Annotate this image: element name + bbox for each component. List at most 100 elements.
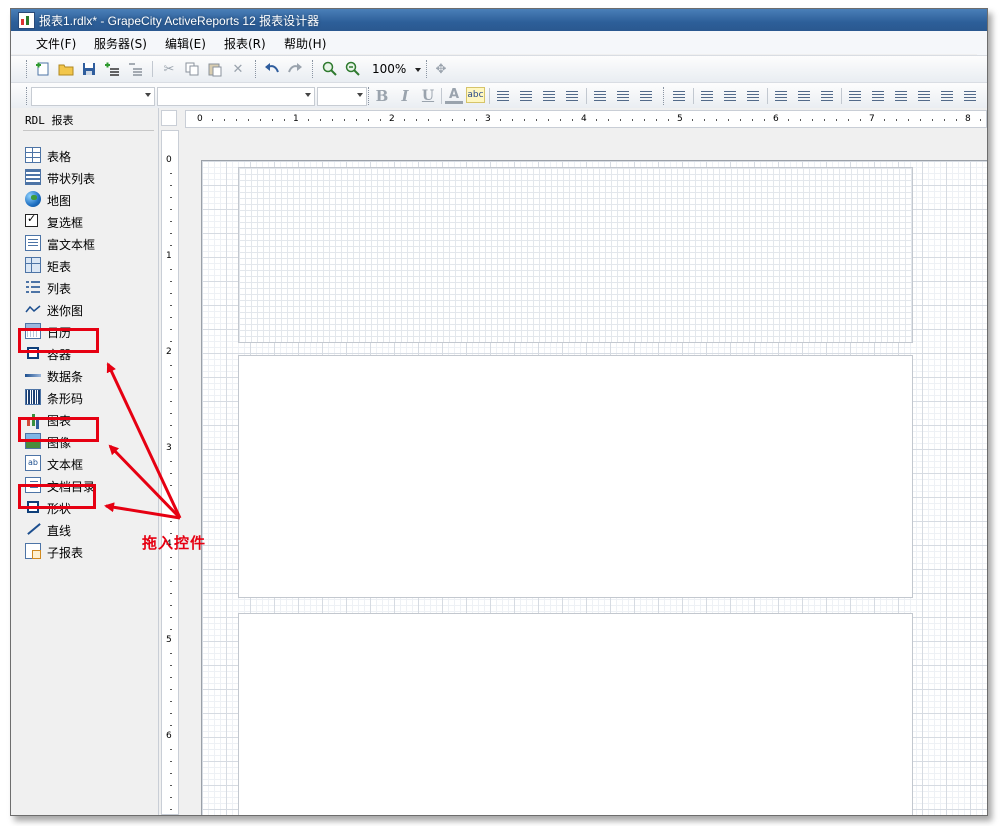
toolbox-item-checkbox[interactable]: 复选框 [25,211,153,231]
ruler-tick [170,401,172,402]
same-height-icon[interactable] [869,87,887,105]
paste-icon[interactable] [206,60,224,78]
underline-button[interactable]: U [419,87,437,105]
zoom-out-icon[interactable] [343,60,361,78]
align-bottoms-icon[interactable] [818,87,836,105]
copy-icon[interactable] [183,60,201,78]
toolbar-grip[interactable] [426,60,430,78]
ruler-tick [170,785,172,786]
ruler-tick [824,119,825,121]
title-bar[interactable]: 报表1.rdlx* - GrapeCity ActiveReports 12 报… [11,9,987,31]
align-center-icon[interactable] [517,87,535,105]
zoom-level-value[interactable]: 100% [372,62,406,76]
menu-help[interactable]: 帮助(H) [281,35,329,52]
format-toolbar: B I U A abc [11,82,987,110]
font-color-button[interactable]: A [445,87,463,104]
toolbar-grip[interactable] [26,87,30,105]
ruler-tick [170,593,172,594]
toolbox-item-banded-list[interactable]: 带状列表 [25,167,153,187]
outdent-icon[interactable] [637,87,655,105]
page-footer-section[interactable] [238,613,913,815]
toolbox-item-matrix[interactable]: 矩表 [25,255,153,275]
font-size-select[interactable] [317,87,367,106]
toolbar-separator [586,88,587,104]
toolbar-grip[interactable] [26,60,30,78]
spell-check-button[interactable]: abc [466,87,485,103]
add-item-icon[interactable] [103,60,121,78]
ruler-number: 6 [773,114,779,124]
ruler-tick [572,119,573,121]
chevron-down-icon [145,93,151,97]
ruler-tick [512,119,513,121]
redo-icon[interactable] [286,60,304,78]
toolbox-item-list[interactable]: 列表 [25,277,153,297]
align-middles-icon[interactable] [795,87,813,105]
ruler-number: 8 [965,114,971,124]
menu-server[interactable]: 服务器(S) [91,35,150,52]
justify-icon[interactable] [563,87,581,105]
toolbox-item-label: 复选框 [47,216,84,230]
ruler-tick [170,365,172,366]
toolbar-grip[interactable] [663,87,667,105]
align-tops-icon[interactable] [772,87,790,105]
menu-report[interactable]: 报表(R) [221,35,269,52]
ruler-tick [560,119,561,121]
toolbar-grip[interactable] [368,87,372,105]
toolbox-item-sparkline[interactable]: 迷你图 [25,299,153,319]
page-header-section[interactable] [238,167,913,343]
toolbox-item-line[interactable]: 直线 [25,519,153,539]
toolbox-item-subreport[interactable]: 子报表 [25,541,153,561]
zoom-in-icon[interactable] [320,60,338,78]
undo-icon[interactable] [263,60,281,78]
grid-size-icon[interactable] [961,87,979,105]
move-icon[interactable]: ✥ [432,60,450,78]
chevron-down-icon[interactable] [415,68,421,72]
body-section[interactable] [238,355,913,598]
bullet-list-icon[interactable] [591,87,609,105]
delete-icon[interactable]: ✕ [229,60,247,78]
toolbox-item-label: 带状列表 [47,172,96,186]
font-family-select[interactable] [157,87,315,106]
horizontal-ruler: 0 1 2 3 4 5 6 7 8 [185,110,987,128]
toolbox-item-table[interactable]: 表格 [25,145,153,165]
ruler-tick [170,221,172,222]
new-report-icon[interactable] [34,60,52,78]
style-select[interactable] [31,87,155,106]
toolbox-item-barcode[interactable]: 条形码 [25,387,153,407]
ruler-tick [170,521,172,522]
align-rights-icon[interactable] [744,87,762,105]
toolbox-item-databar[interactable]: 数据条 [25,365,153,385]
same-width-icon[interactable] [846,87,864,105]
toolbar-grip[interactable] [255,60,259,78]
toolbox-item-map[interactable]: 地图 [25,189,153,209]
indent-icon[interactable] [614,87,632,105]
sparkline-icon [25,301,41,317]
ruler-tick [728,119,729,121]
toolbox-item-rich-textbox[interactable]: 富文本框 [25,233,153,253]
report-page[interactable] [201,160,987,815]
menu-file[interactable]: 文件(F) [33,35,79,52]
horizontal-spacing-icon[interactable] [915,87,933,105]
toolbar-grip[interactable] [312,60,316,78]
remove-item-icon[interactable] [126,60,144,78]
cut-icon[interactable]: ✂ [160,60,178,78]
toolbox-item-textbox[interactable]: ab 文本框 [25,453,153,473]
menu-edit[interactable]: 编辑(E) [162,35,209,52]
ruler-tick [272,119,273,121]
ruler-tick [170,377,172,378]
align-left-icon[interactable] [494,87,512,105]
save-icon[interactable] [80,60,98,78]
ruler-number: 2 [166,347,172,357]
italic-button[interactable]: I [396,87,414,105]
toolbox-item-label: 文本框 [47,458,84,472]
app-icon[interactable] [18,12,35,29]
same-size-icon[interactable] [892,87,910,105]
open-folder-icon[interactable] [57,60,75,78]
vertical-spacing-icon[interactable] [938,87,956,105]
align-right-icon[interactable] [540,87,558,105]
align-centers-icon[interactable] [721,87,739,105]
bold-button[interactable]: B [373,87,391,105]
ruler-tick [170,329,172,330]
align-lefts-icon[interactable] [698,87,716,105]
bring-to-front-icon[interactable] [670,87,688,105]
